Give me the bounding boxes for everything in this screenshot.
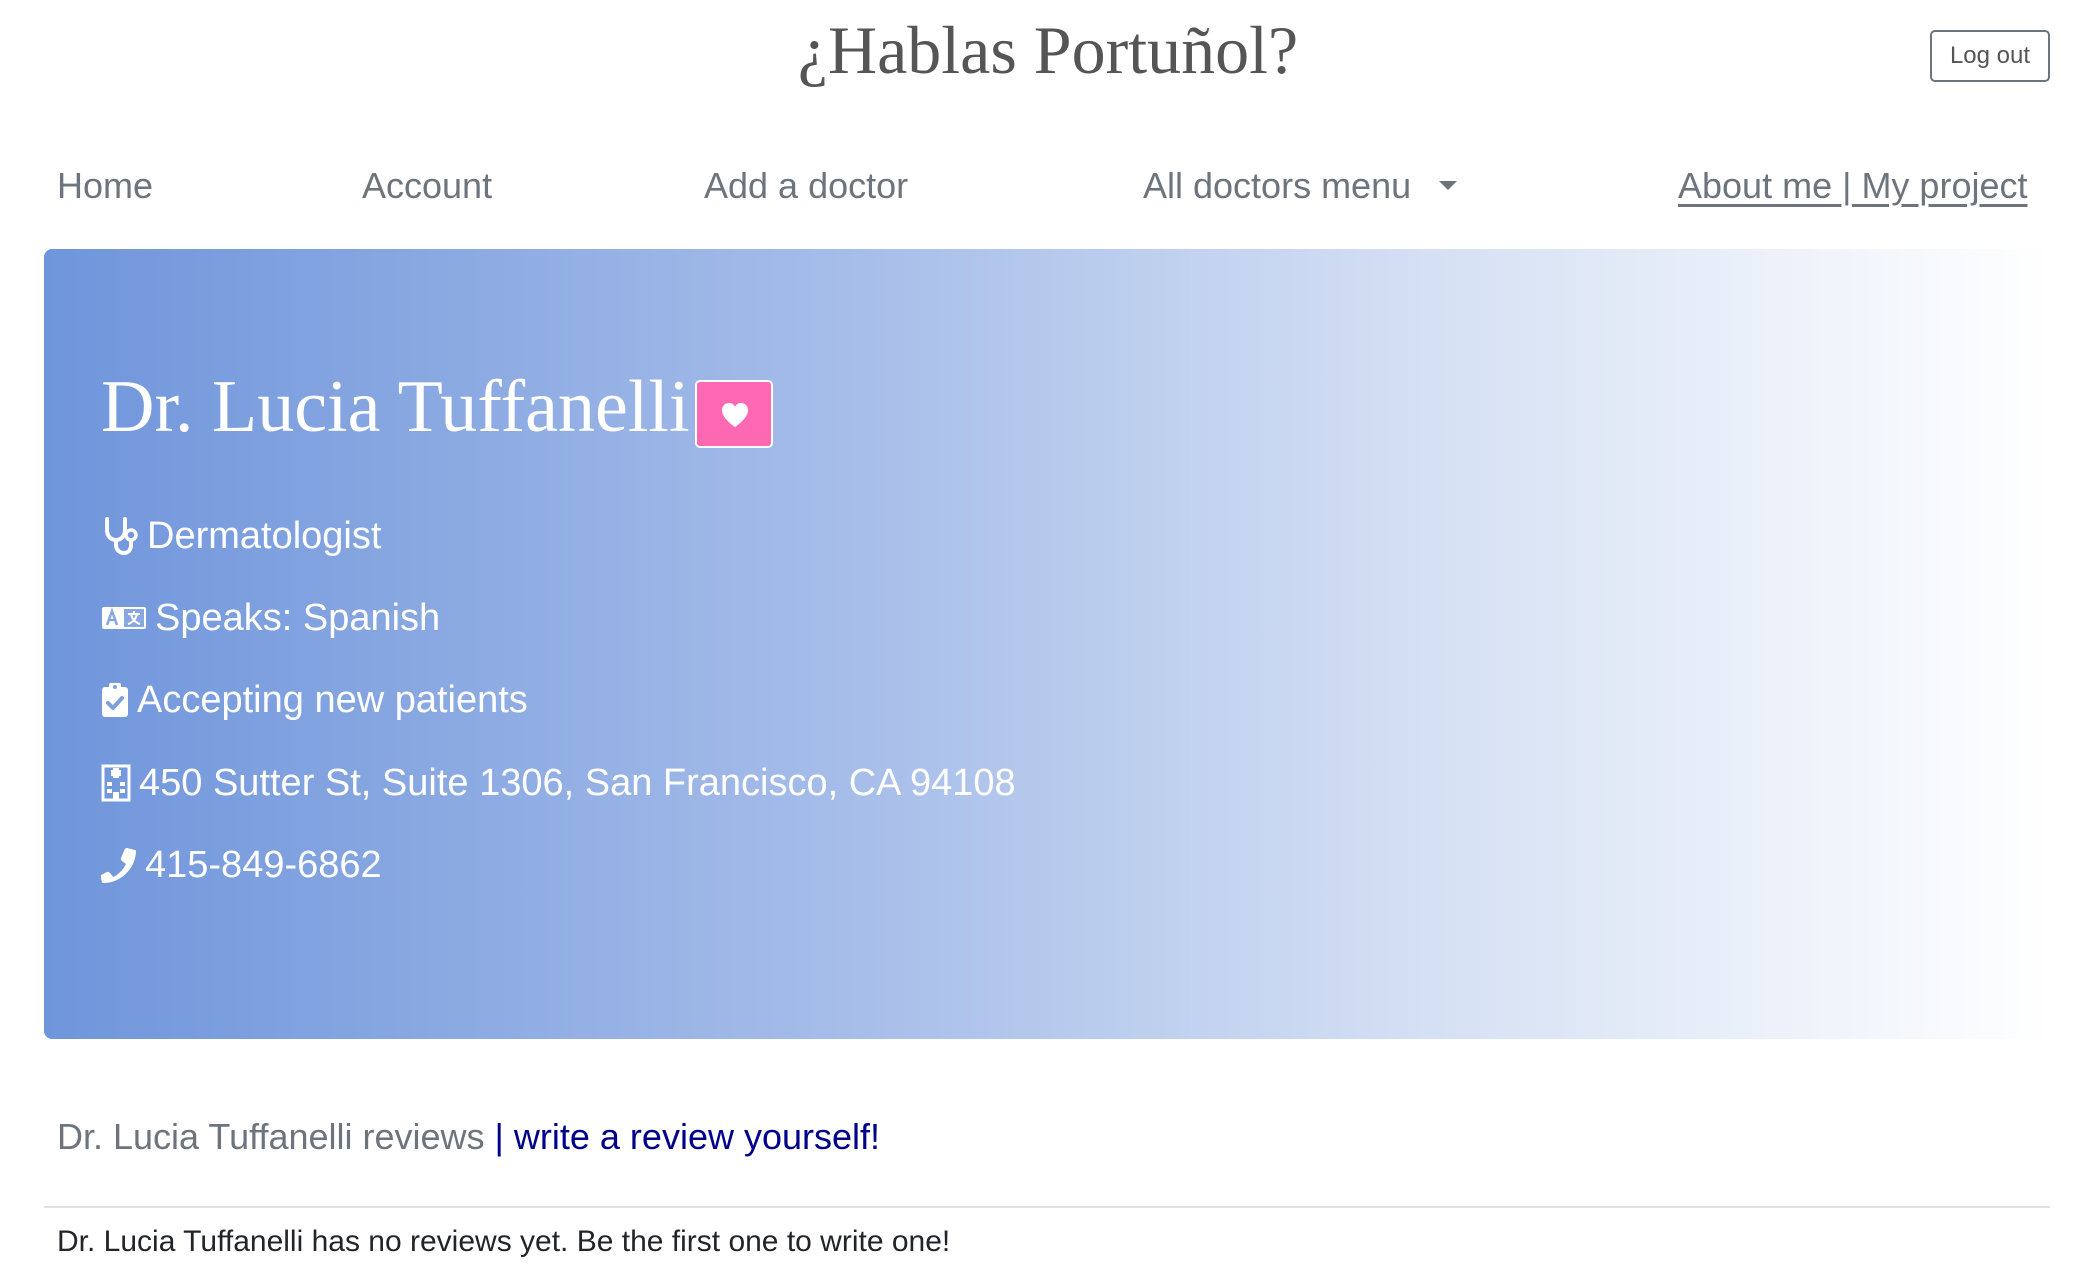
specialty-text: Dermatologist (147, 515, 382, 557)
doctor-name: Dr. Lucia Tuffanelli (101, 366, 690, 448)
stethoscope-icon (101, 516, 139, 556)
doctor-profile-card: Dr. Lucia Tuffanelli Dermatologist Speak… (44, 249, 2050, 1039)
language-icon (101, 605, 147, 631)
nav-add-doctor[interactable]: Add a doctor (704, 158, 908, 214)
logout-button[interactable]: Log out (1930, 30, 2050, 82)
languages-row: Speaks: Spanish (101, 593, 440, 643)
caret-down-icon (1439, 180, 1458, 190)
address-text: 450 Sutter St, Suite 1306, San Francisco… (139, 762, 1016, 804)
write-review-link[interactable]: | write a review yourself! (485, 1116, 880, 1157)
nav-about[interactable]: About me | My project (1678, 158, 2028, 214)
main-nav: Home Account Add a doctor All doctors me… (0, 158, 2096, 214)
reviews-heading: Dr. Lucia Tuffanelli reviews | write a r… (57, 1112, 880, 1162)
no-reviews-message: Dr. Lucia Tuffanelli has no reviews yet.… (57, 1225, 951, 1258)
nav-all-doctors-label: All doctors menu (1143, 165, 1412, 206)
site-title: ¿Hablas Portuñol? (797, 12, 1299, 88)
divider (44, 1206, 2050, 1208)
reviews-title: Dr. Lucia Tuffanelli reviews (57, 1116, 485, 1157)
nav-account[interactable]: Account (362, 158, 492, 214)
hospital-building-icon (101, 764, 131, 802)
clipboard-check-icon (101, 682, 129, 718)
status-text: Accepting new patients (137, 679, 528, 721)
languages-text: Speaks: Spanish (155, 597, 441, 639)
phone-text: 415-849-6862 (145, 844, 382, 886)
status-row: Accepting new patients (101, 675, 528, 725)
specialty-row: Dermatologist (101, 511, 381, 561)
heart-icon (722, 403, 748, 427)
phone-icon (101, 847, 137, 883)
address-row: 450 Sutter St, Suite 1306, San Francisco… (101, 758, 1016, 808)
nav-all-doctors-dropdown[interactable]: All doctors menu (1143, 158, 1458, 214)
favorite-button[interactable] (695, 380, 773, 448)
nav-home[interactable]: Home (57, 158, 153, 214)
phone-row: 415-849-6862 (101, 840, 382, 890)
